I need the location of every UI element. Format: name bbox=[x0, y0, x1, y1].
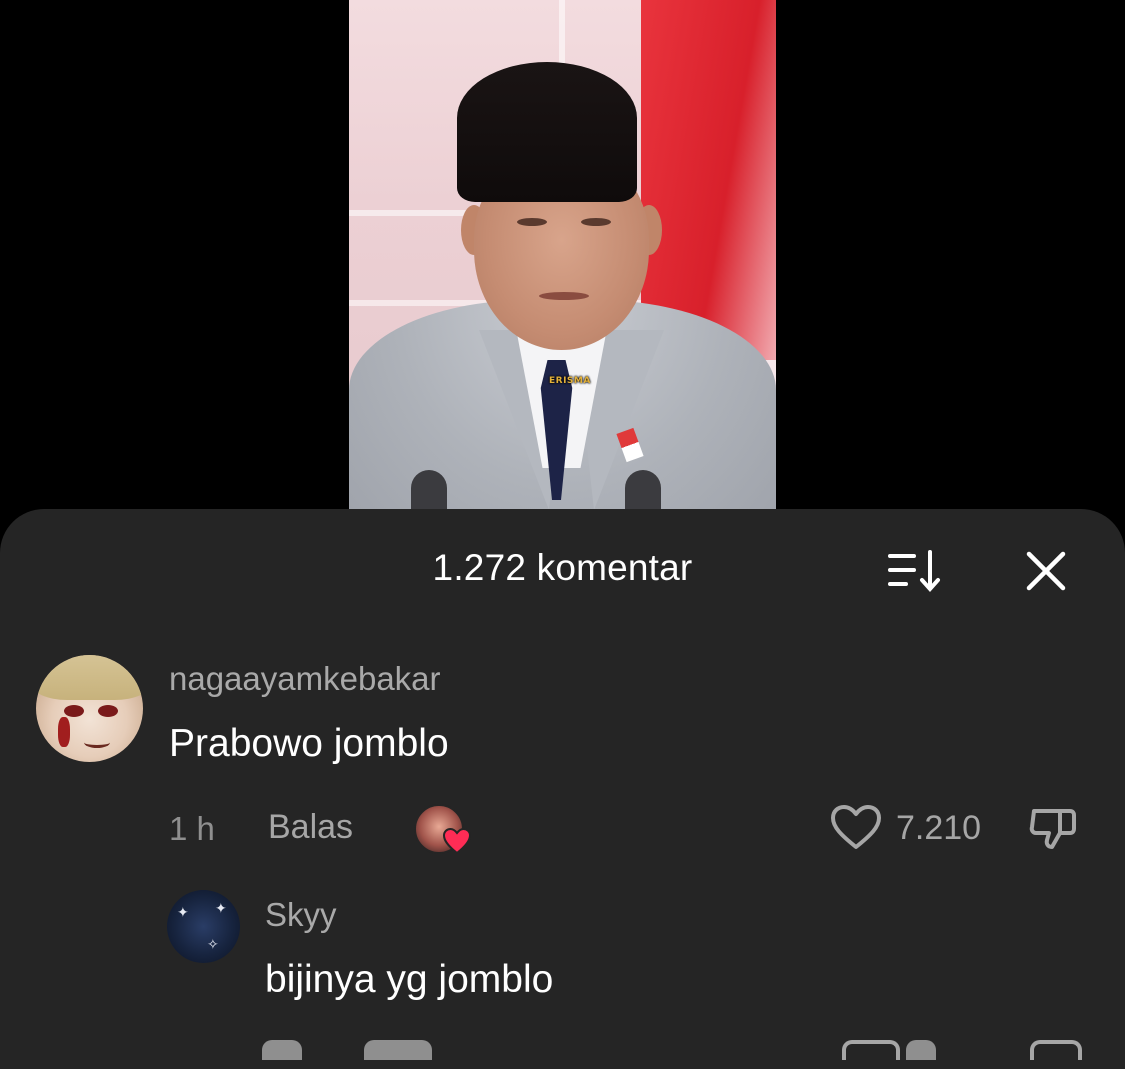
dislike-button[interactable] bbox=[1026, 801, 1080, 855]
star-icon: ✦ bbox=[177, 904, 189, 920]
comment-text: Prabowo jomblo bbox=[169, 722, 449, 765]
close-button[interactable] bbox=[1020, 545, 1072, 597]
reply-like-count-partial bbox=[906, 1040, 936, 1060]
comment-time: 1 h bbox=[169, 810, 215, 847]
star-icon: ✧ bbox=[207, 936, 219, 952]
reply-avatar[interactable]: ✦ ✦ ✧ bbox=[167, 890, 240, 963]
avatar-eye bbox=[98, 705, 118, 717]
eye-left bbox=[517, 218, 547, 226]
mouth bbox=[539, 292, 589, 300]
creator-liked-badge bbox=[414, 804, 472, 856]
close-icon bbox=[1026, 551, 1066, 591]
comments-sheet bbox=[0, 509, 1125, 1069]
thumbs-down-icon bbox=[1029, 809, 1076, 849]
heart-icon bbox=[442, 827, 472, 855]
like-button[interactable] bbox=[829, 803, 883, 851]
reply-like-partial[interactable] bbox=[842, 1040, 900, 1060]
reply-dislike-partial[interactable] bbox=[1030, 1040, 1082, 1060]
reply-button-partial[interactable] bbox=[364, 1040, 432, 1060]
avatar-hair bbox=[36, 655, 143, 700]
reply-text: bijinya yg jomblo bbox=[265, 958, 554, 1001]
avatar-eye bbox=[64, 705, 84, 717]
reply-username[interactable]: Skyy bbox=[265, 896, 337, 934]
avatar-detail bbox=[58, 717, 70, 747]
eye-right bbox=[581, 218, 611, 226]
comments-count-title: 1.272 komentar bbox=[432, 547, 693, 588]
heart-outline-icon bbox=[831, 805, 881, 849]
like-count: 7.210 bbox=[896, 809, 982, 847]
video-watermark: ERISMA bbox=[549, 376, 591, 386]
avatar[interactable] bbox=[36, 655, 143, 762]
video-preview[interactable]: ERISMA bbox=[349, 0, 776, 510]
reply-time-partial bbox=[262, 1040, 302, 1060]
star-icon: ✦ bbox=[215, 900, 227, 916]
microphone-right bbox=[625, 470, 661, 510]
peci-cap bbox=[457, 62, 637, 202]
sort-descending-icon bbox=[888, 550, 940, 593]
sort-button[interactable] bbox=[886, 548, 944, 594]
microphone-left bbox=[411, 470, 447, 510]
comment-username[interactable]: nagaayamkebakar bbox=[169, 660, 441, 698]
avatar-mouth bbox=[84, 737, 110, 748]
reply-button[interactable]: Balas bbox=[268, 808, 353, 847]
